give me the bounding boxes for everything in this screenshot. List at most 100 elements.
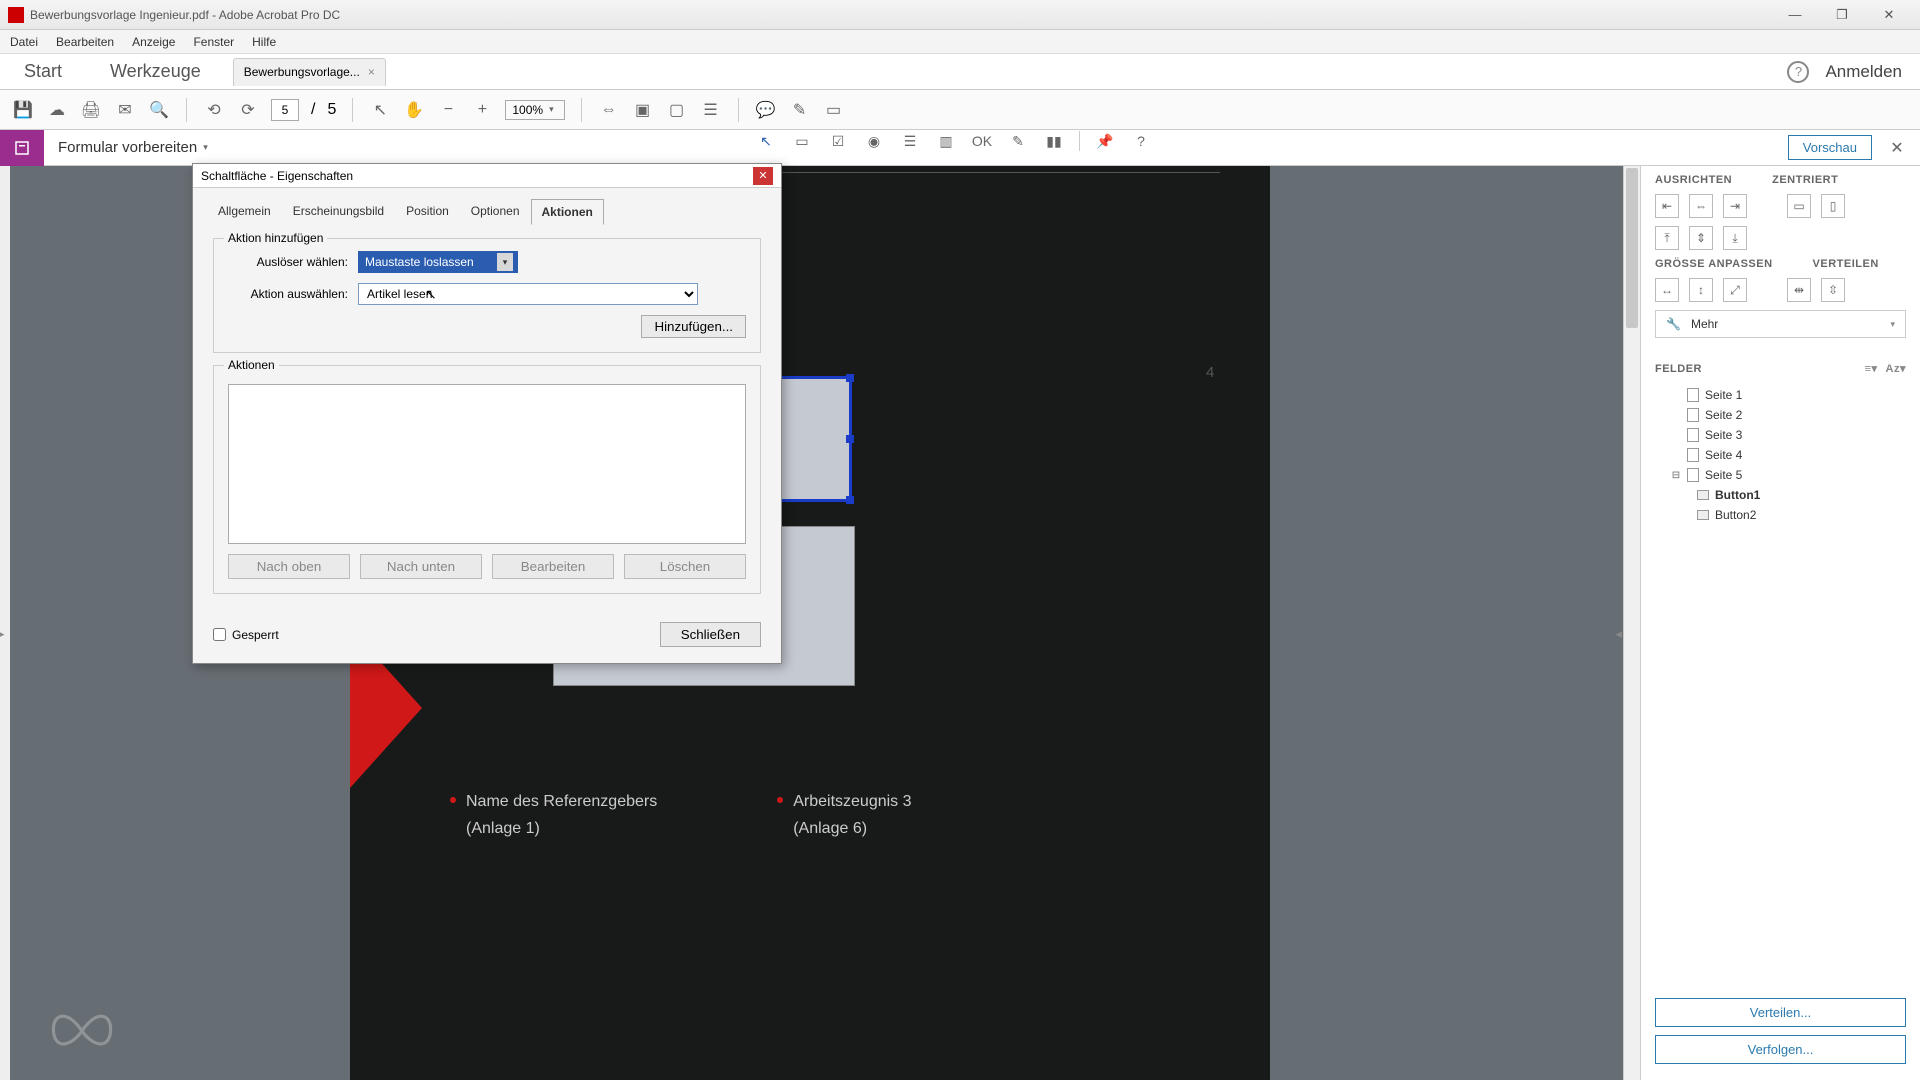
tab-options[interactable]: Optionen <box>460 198 531 224</box>
help-icon[interactable]: ? <box>1787 61 1809 83</box>
more-dropdown[interactable]: 🔧 Mehr <box>1655 310 1906 338</box>
move-down-button[interactable]: Nach unten <box>360 554 482 579</box>
search-icon[interactable]: 🔍 <box>148 99 170 121</box>
mail-icon[interactable]: ✉ <box>114 99 136 121</box>
menu-file[interactable]: Datei <box>10 35 38 49</box>
menu-view[interactable]: Anzeige <box>132 35 175 49</box>
match-both-icon[interactable]: ⤢ <box>1723 278 1747 302</box>
tab-position[interactable]: Position <box>395 198 460 224</box>
window-minimize-button[interactable]: — <box>1772 3 1818 27</box>
text-field-icon[interactable]: ▭ <box>791 130 813 152</box>
tree-page-node[interactable]: Seite 3 <box>1651 425 1910 445</box>
action-select[interactable]: Artikel lesen <box>358 283 698 305</box>
radio-field-icon[interactable]: ◉ <box>863 130 885 152</box>
resize-handle[interactable] <box>846 496 854 504</box>
page-down-icon[interactable]: ⟳ <box>237 99 259 121</box>
close-dialog-button[interactable]: Schließen <box>660 622 761 647</box>
page-number-input[interactable] <box>271 99 299 121</box>
trigger-select[interactable]: Maustaste loslassen <box>358 251 518 273</box>
tab-tools[interactable]: Werkzeuge <box>86 54 225 89</box>
print-icon[interactable]: 🖨 <box>80 99 102 121</box>
resize-handle[interactable] <box>846 374 854 382</box>
cloud-icon[interactable]: ☁ <box>46 99 68 121</box>
distribute-v-icon[interactable]: ⇳ <box>1821 278 1845 302</box>
move-up-button[interactable]: Nach oben <box>228 554 350 579</box>
barcode-field-icon[interactable]: ▮▮ <box>1043 130 1065 152</box>
tab-appearance[interactable]: Erscheinungsbild <box>282 198 395 224</box>
tab-document[interactable]: Bewerbungsvorlage... × <box>233 58 386 86</box>
ruler-icon[interactable]: ☰ <box>700 99 722 121</box>
track-button[interactable]: Verfolgen... <box>1655 1035 1906 1064</box>
fit-page-icon[interactable]: ▣ <box>632 99 654 121</box>
dropdown-field-icon[interactable]: ▥ <box>935 130 957 152</box>
hand-icon[interactable]: ✋ <box>403 99 425 121</box>
scrollbar-thumb[interactable] <box>1626 168 1638 328</box>
sign-icon[interactable]: ▭ <box>823 99 845 121</box>
signin-link[interactable]: Anmelden <box>1825 62 1902 82</box>
menu-help[interactable]: Hilfe <box>252 35 276 49</box>
zoom-in-icon[interactable]: + <box>471 99 493 121</box>
close-form-tool-button[interactable]: ✕ <box>1886 137 1908 159</box>
pin-icon[interactable]: 📌 <box>1094 130 1116 152</box>
highlight-icon[interactable]: ✎ <box>789 99 811 121</box>
tree-field-node[interactable]: Button1 <box>1651 485 1910 505</box>
actions-listbox[interactable] <box>228 384 746 544</box>
align-left-icon[interactable]: ⇤ <box>1655 194 1679 218</box>
tree-page-node[interactable]: Seite 4 <box>1651 445 1910 465</box>
button-field-icon[interactable]: OK <box>971 130 993 152</box>
window-maximize-button[interactable]: ❐ <box>1819 3 1865 27</box>
list-field-icon[interactable]: ☰ <box>899 130 921 152</box>
align-middle-icon[interactable]: ⇕ <box>1689 226 1713 250</box>
page-up-icon[interactable]: ⟲ <box>203 99 225 121</box>
tree-page-node[interactable]: Seite 1 <box>1651 385 1910 405</box>
distribute-h-icon[interactable]: ⇹ <box>1787 278 1811 302</box>
tree-page-node[interactable]: Seite 2 <box>1651 405 1910 425</box>
form-help-icon[interactable]: ? <box>1130 130 1152 152</box>
form-tool-icon[interactable] <box>0 130 44 166</box>
expand-left-icon[interactable]: ▸ <box>0 626 5 642</box>
delete-action-button[interactable]: Löschen <box>624 554 746 579</box>
dialog-titlebar[interactable]: Schaltfläche - Eigenschaften ✕ <box>193 164 781 188</box>
checkbox-field-icon[interactable]: ☑ <box>827 130 849 152</box>
fit-width-icon[interactable]: ⇔ <box>598 99 620 121</box>
signature-field-icon[interactable]: ✎ <box>1007 130 1029 152</box>
match-height-icon[interactable]: ↕ <box>1689 278 1713 302</box>
tree-page-node[interactable]: ⊟Seite 5 <box>1651 465 1910 485</box>
align-center-h-icon[interactable]: ⇔ <box>1689 194 1713 218</box>
center-v-icon[interactable]: ▯ <box>1821 194 1845 218</box>
collapse-icon[interactable]: ⊟ <box>1671 470 1681 481</box>
align-top-icon[interactable]: ⤒ <box>1655 226 1679 250</box>
add-action-button[interactable]: Hinzufügen... <box>641 315 746 338</box>
tab-document-close[interactable]: × <box>368 65 375 79</box>
sort-alpha-icon[interactable]: Aᴢ▾ <box>1886 362 1906 375</box>
rotate-icon[interactable]: ▢ <box>666 99 688 121</box>
form-prepare-dropdown[interactable]: Formular vorbereiten <box>44 139 222 156</box>
locked-checkbox[interactable]: Gesperrt <box>213 628 279 642</box>
vertical-scrollbar[interactable] <box>1623 166 1640 1080</box>
distribute-button[interactable]: Verteilen... <box>1655 998 1906 1027</box>
sort-icon[interactable]: ≡▾ <box>1865 362 1878 375</box>
locked-checkbox-input[interactable] <box>213 628 226 641</box>
preview-button[interactable]: Vorschau <box>1788 135 1872 160</box>
expand-right-icon[interactable]: ◂ <box>1615 626 1622 642</box>
menu-window[interactable]: Fenster <box>193 35 234 49</box>
pointer-icon[interactable]: ↖ <box>369 99 391 121</box>
match-width-icon[interactable]: ↔ <box>1655 278 1679 302</box>
zoom-dropdown[interactable]: 100% <box>505 100 564 120</box>
zoom-out-icon[interactable]: − <box>437 99 459 121</box>
align-right-icon[interactable]: ⇥ <box>1723 194 1747 218</box>
center-h-icon[interactable]: ▭ <box>1787 194 1811 218</box>
dialog-close-button[interactable]: ✕ <box>753 167 773 185</box>
align-bottom-icon[interactable]: ⤓ <box>1723 226 1747 250</box>
edit-action-button[interactable]: Bearbeiten <box>492 554 614 579</box>
tab-home[interactable]: Start <box>0 54 86 89</box>
select-tool-icon[interactable]: ↖ <box>755 130 777 152</box>
tab-general[interactable]: Allgemein <box>207 198 282 224</box>
save-icon[interactable]: 💾 <box>12 99 34 121</box>
resize-handle[interactable] <box>846 435 854 443</box>
tab-actions[interactable]: Aktionen <box>531 199 604 225</box>
comment-icon[interactable]: 💬 <box>755 99 777 121</box>
menu-edit[interactable]: Bearbeiten <box>56 35 114 49</box>
window-close-button[interactable]: ✕ <box>1866 3 1912 27</box>
tree-field-node[interactable]: Button2 <box>1651 505 1910 525</box>
